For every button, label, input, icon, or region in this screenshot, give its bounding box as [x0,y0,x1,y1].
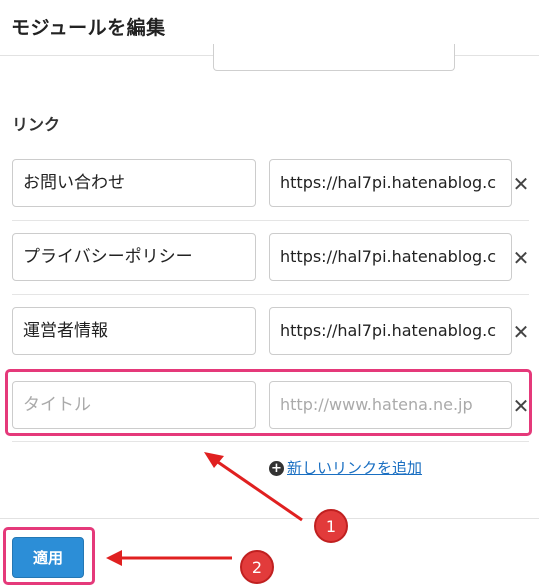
add-new-link-button[interactable]: + 新しいリンクを追加 [269,457,422,478]
link-url-input[interactable]: https://hal7pi.hatenablog.c [269,233,512,281]
badge-number-2: 2 [252,558,262,577]
footer-divider [0,518,539,519]
link-title-input[interactable]: お問い合わせ [12,159,256,207]
new-link-title-input[interactable]: タイトル [12,381,256,429]
delete-link-icon[interactable]: ✕ [512,248,530,268]
plus-circle-icon: + [269,461,284,476]
links-section-label: リンク [12,115,61,134]
link-url-input[interactable]: https://hal7pi.hatenablog.c [269,307,512,355]
row-divider [12,220,529,221]
new-link-url-input[interactable]: http://www.hatena.ne.jp [269,381,512,429]
apply-button[interactable]: 適用 [12,537,84,578]
numbered-badge-2-icon [240,550,274,584]
arrow-head-2 [106,550,122,566]
badge-number-1: 1 [326,517,336,536]
link-title-input[interactable]: プライバシーポリシー [12,233,256,281]
arrow-head-1 [204,452,224,468]
link-title-input[interactable]: 運営者情報 [12,307,256,355]
numbered-badge-1-icon [314,509,348,543]
delete-link-icon[interactable]: ✕ [512,396,530,416]
link-url-input[interactable]: https://hal7pi.hatenablog.c [269,159,512,207]
add-new-link-label: 新しいリンクを追加 [287,459,423,477]
modal-title: モジュールを編集 [11,17,166,39]
delete-link-icon[interactable]: ✕ [512,322,530,342]
previous-input-field[interactable] [213,44,455,71]
row-divider [12,441,529,442]
row-divider [12,294,529,295]
delete-link-icon[interactable]: ✕ [512,174,530,194]
